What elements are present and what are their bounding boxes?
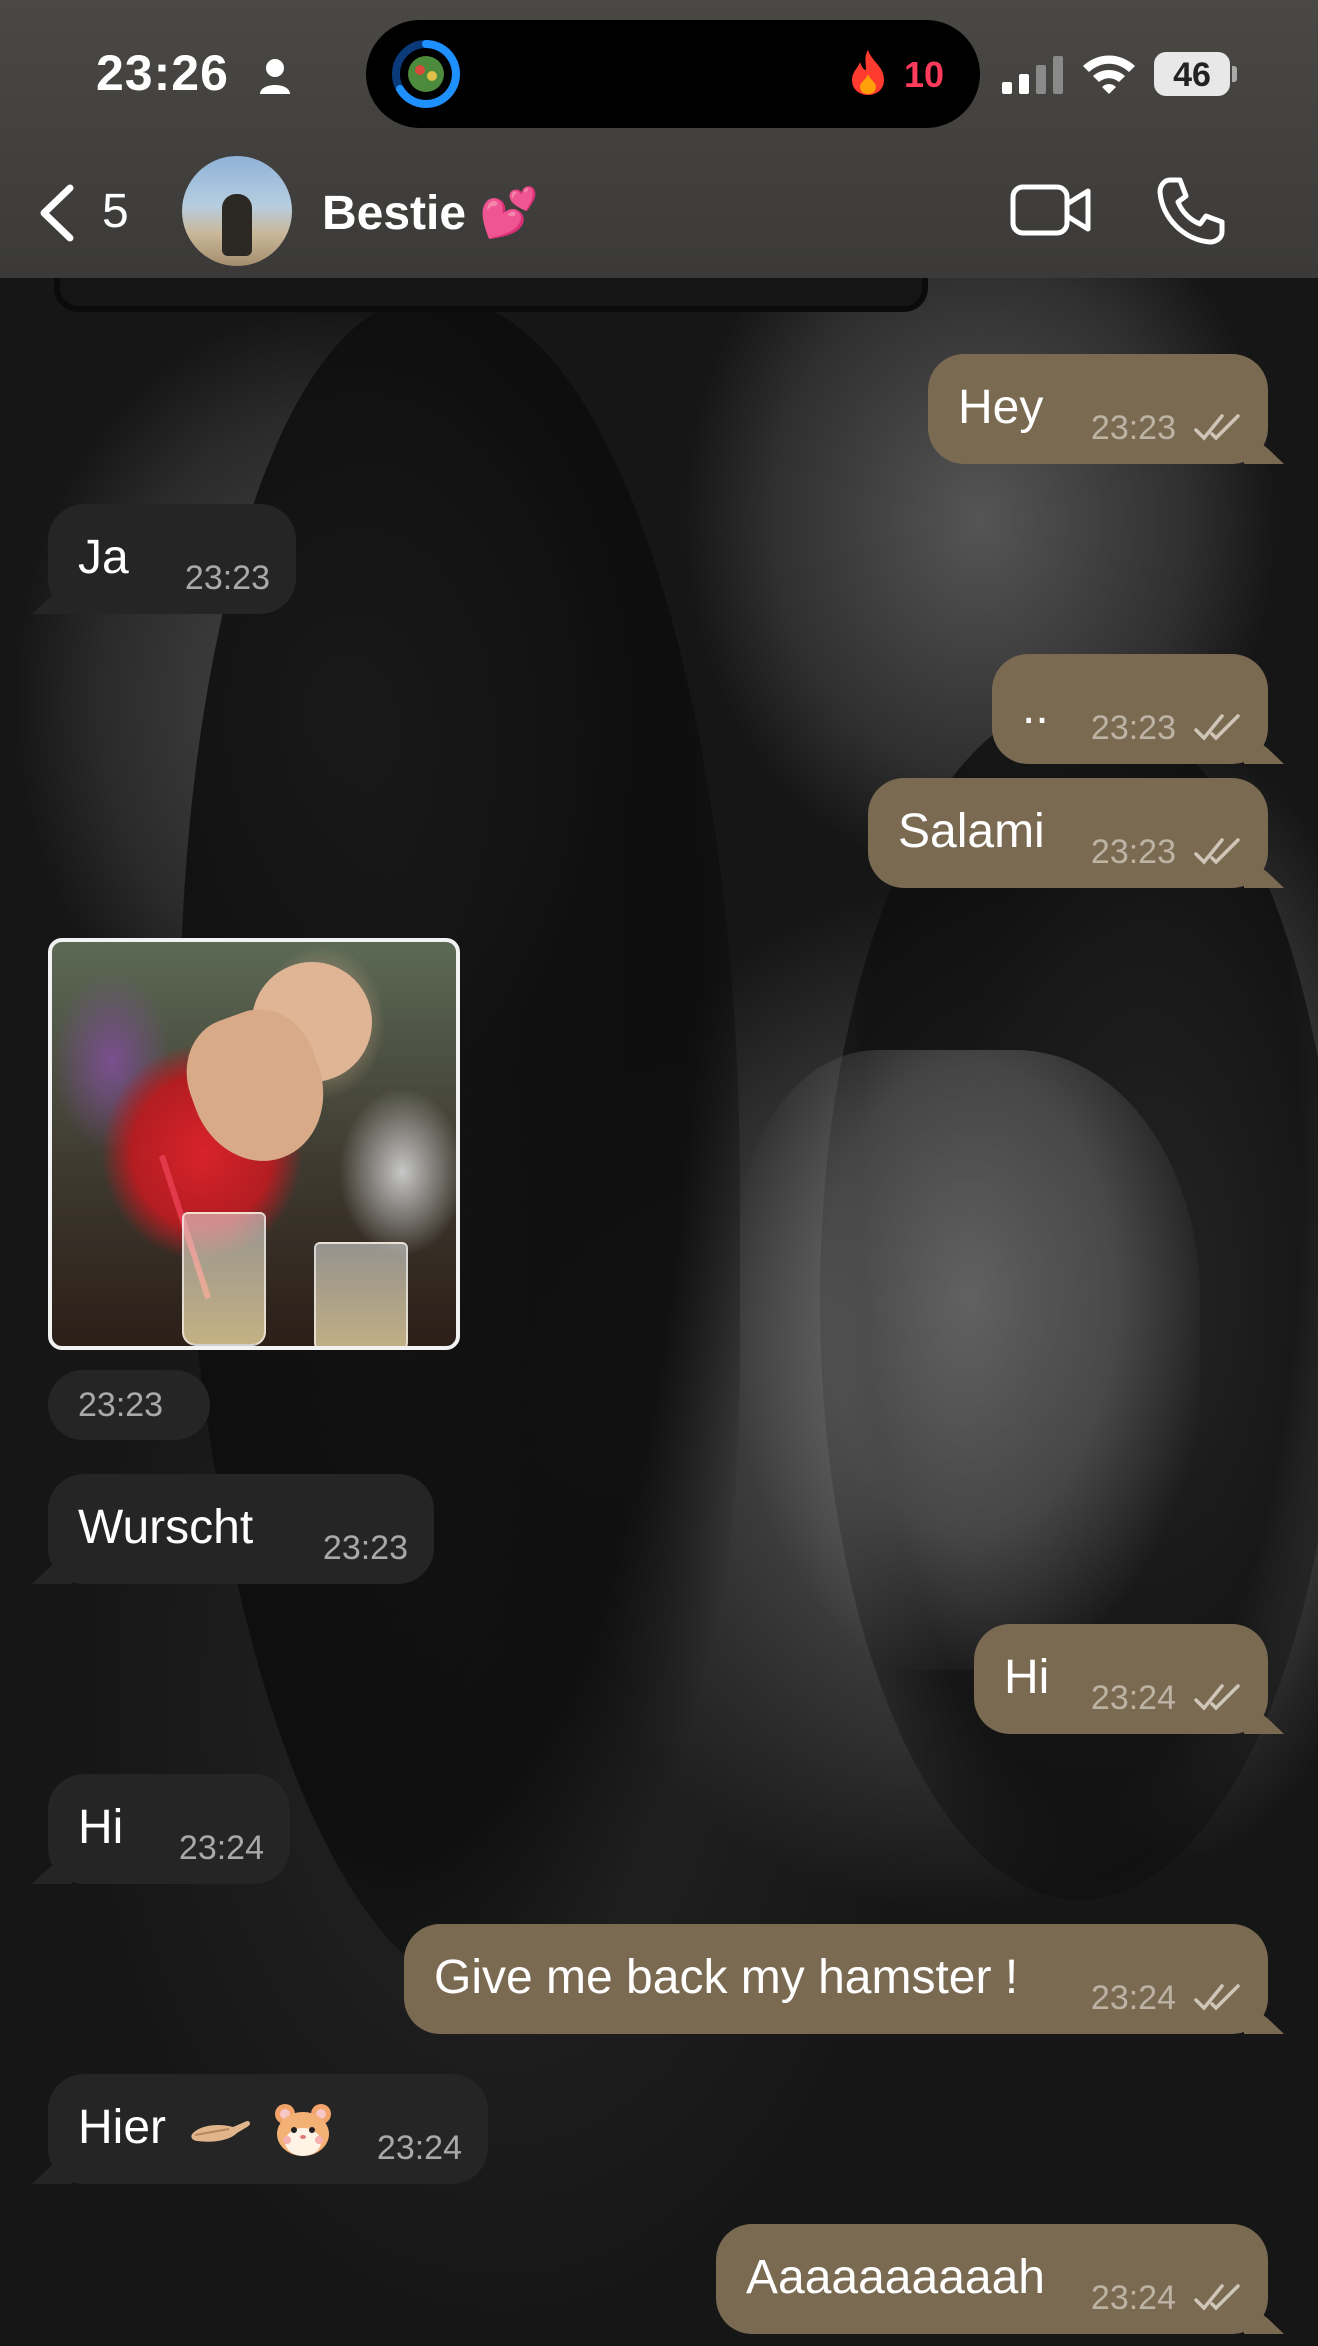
message-text: Aaaaaaaaaah (746, 2251, 1045, 2304)
outgoing-message[interactable]: Hi 23:24 (974, 1624, 1268, 1734)
message-text: .. (1022, 681, 1049, 734)
message-text: Hey (958, 381, 1044, 434)
message-text: Salami (898, 805, 1045, 858)
contact-name[interactable]: Bestie 💕 (322, 184, 539, 241)
read-ticks-icon (1194, 414, 1240, 441)
avatar-figure (222, 194, 252, 256)
wifi-icon (1083, 55, 1135, 94)
message-time: 23:23 (1090, 833, 1176, 871)
activity-ring-icon[interactable] (390, 38, 462, 110)
message-text: Give me back my hamster ! (434, 1951, 1019, 2004)
read-ticks-icon (1194, 2284, 1240, 2311)
message-text: Hier (78, 2101, 167, 2154)
read-ticks-icon (1194, 1984, 1240, 2011)
photo-glass (314, 1242, 408, 1346)
contact-avatar[interactable] (182, 156, 292, 266)
unread-count[interactable]: 5 (102, 184, 129, 239)
palm-up-hand-emoji (191, 2121, 251, 2143)
incoming-photo[interactable] (48, 938, 460, 1350)
message-time: 23:23 (1090, 709, 1176, 747)
video-call-icon[interactable] (1010, 182, 1092, 238)
message-time: 23:24 (1090, 1679, 1176, 1717)
message-text: Hi (78, 1801, 124, 1854)
battery-tip (1232, 66, 1237, 82)
chat-header: 23:26 10 46 5 Bestie 💕 (0, 0, 1318, 278)
back-chevron-icon[interactable] (34, 182, 78, 244)
fire-icon (852, 50, 884, 95)
message-text: Wurscht (78, 1501, 254, 1554)
battery-indicator: 46 (1154, 52, 1238, 96)
message-time: 23:23 (322, 1529, 408, 1567)
phone-call-icon[interactable] (1156, 176, 1226, 246)
message-time: 23:24 (178, 1829, 264, 1867)
message-time: 23:23 (78, 1386, 164, 1424)
message-time: 23:24 (1090, 1979, 1176, 2017)
read-ticks-icon (1194, 838, 1240, 865)
person-icon (260, 59, 290, 94)
wallpaper-shape (740, 1050, 1200, 1670)
photo-timestamp: 23:23 (48, 1370, 210, 1440)
status-time: 23:26 (96, 45, 229, 101)
read-ticks-icon (1194, 714, 1240, 741)
message-time: 23:23 (184, 559, 270, 597)
incoming-message[interactable]: Ja 23:23 (48, 504, 296, 614)
streak-count: 10 (904, 54, 945, 95)
message-text: Hi (1004, 1651, 1050, 1704)
message-time: 23:24 (1090, 2279, 1176, 2317)
read-ticks-icon (1194, 1684, 1240, 1711)
incoming-message[interactable]: Wurscht 23:23 (48, 1474, 434, 1584)
outgoing-message[interactable]: Salami 23:23 (868, 778, 1268, 888)
message-time: 23:23 (1090, 409, 1176, 447)
message-text: Ja (78, 531, 129, 584)
photo-glass (182, 1212, 266, 1346)
incoming-message[interactable]: Hi 23:24 (48, 1774, 290, 1884)
battery-level: 46 (1173, 56, 1211, 94)
hamster-emoji (274, 2104, 331, 2157)
outgoing-message[interactable]: Give me back my hamster ! 23:24 (404, 1924, 1268, 2034)
outgoing-message[interactable]: Hey 23:23 (928, 354, 1268, 464)
incoming-message[interactable]: Hier 23:24 (48, 2074, 488, 2184)
outgoing-message[interactable]: .. 23:23 (992, 654, 1268, 764)
message-text-with-emoji: Hier (78, 2100, 333, 2158)
signal-icon (1002, 56, 1063, 94)
message-time: 23:24 (376, 2129, 462, 2167)
outgoing-message[interactable]: Aaaaaaaaaah 23:24 (716, 2224, 1268, 2334)
